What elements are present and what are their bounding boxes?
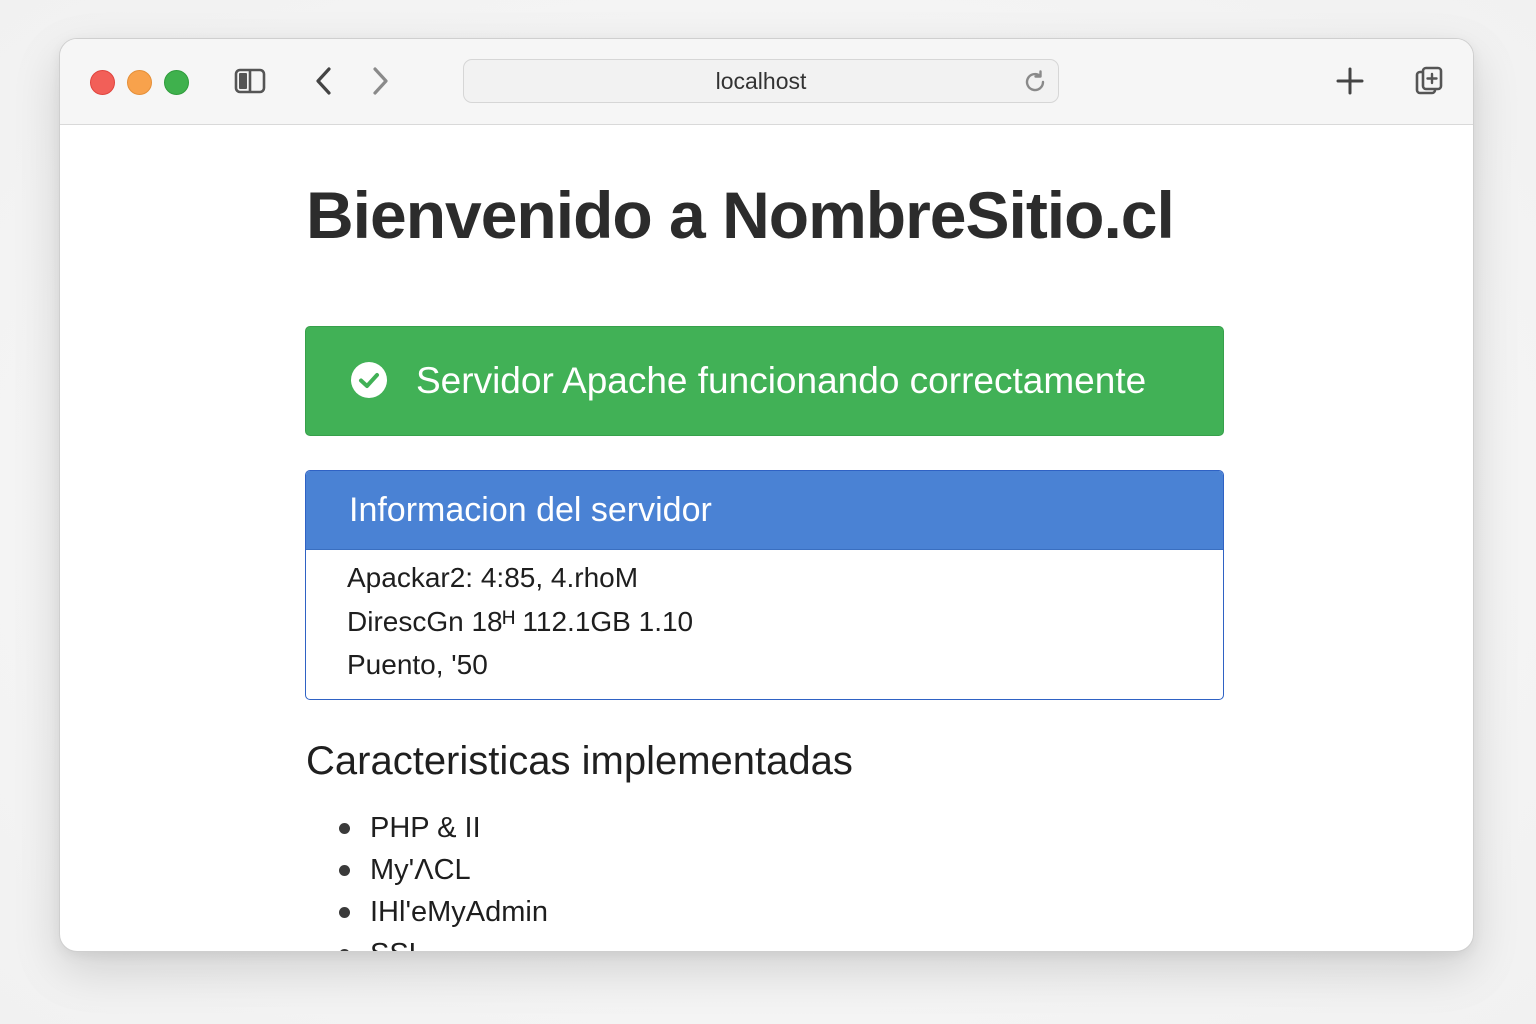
success-alert: Servidor Apache funcionando correctament…: [305, 326, 1224, 436]
reload-button[interactable]: [1020, 67, 1050, 97]
sidebar-icon: [234, 68, 266, 94]
address-bar[interactable]: localhost: [463, 59, 1059, 103]
page-content: Bienvenido a NombreSitio.cl Servidor Apa…: [60, 125, 1473, 951]
desktop-background: localhost Bienvenido a NombreSitio.cl Se…: [0, 0, 1536, 1024]
window-close-button[interactable]: [90, 70, 115, 95]
panel-header: Informacion del servidor: [306, 471, 1223, 550]
window-maximize-button[interactable]: [164, 70, 189, 95]
back-button[interactable]: [304, 61, 344, 101]
chevron-right-icon: [373, 67, 388, 95]
server-info-line: Puento, '50: [347, 649, 488, 680]
address-text: localhost: [715, 68, 807, 94]
plus-icon: [1336, 67, 1364, 95]
panel-title: Informacion del servidor: [349, 491, 712, 529]
feature-label: My'ΛCL: [370, 854, 471, 886]
bullet-icon: [339, 865, 350, 876]
bullet-icon: [339, 907, 350, 918]
check-circle-icon: [351, 362, 387, 398]
list-item: IHl'eMyAdmin: [336, 891, 548, 933]
bullet-icon: [339, 949, 350, 951]
list-item: SSL: [336, 933, 548, 951]
browser-window: localhost Bienvenido a NombreSitio.cl Se…: [59, 38, 1474, 952]
window-minimize-button[interactable]: [127, 70, 152, 95]
alert-message: Servidor Apache funcionando correctament…: [416, 360, 1147, 401]
server-info-panel: Informacion del servidor Apackar2: 4:85,…: [305, 470, 1224, 700]
feature-label: PHP & II: [370, 812, 481, 844]
sidebar-toggle-button[interactable]: [230, 61, 270, 101]
bullet-icon: [339, 823, 350, 834]
reload-icon: [1025, 70, 1045, 92]
list-item: PHP & II: [336, 807, 548, 849]
browser-toolbar: localhost: [60, 39, 1473, 125]
chevron-left-icon: [316, 67, 331, 95]
page-title: Bienvenido a NombreSitio.cl: [306, 178, 1175, 252]
tab-overview-button[interactable]: [1410, 61, 1450, 101]
features-list: PHP & II My'ΛCL IHl'eMyAdmin SSL: [336, 807, 548, 951]
tab-overview-icon: [1415, 66, 1443, 95]
forward-button[interactable]: [360, 61, 400, 101]
features-heading: Caracteristicas implementadas: [306, 739, 853, 783]
feature-label: IHl'eMyAdmin: [370, 896, 548, 928]
server-info-line: Apackar2: 4:85, 4.rhoM: [347, 562, 639, 593]
server-info-line: DirescGn 18ᴴ 112.1GB 1.10: [347, 606, 694, 637]
feature-label: SSL: [370, 938, 425, 951]
list-item: My'ΛCL: [336, 849, 548, 891]
new-tab-button[interactable]: [1330, 61, 1370, 101]
